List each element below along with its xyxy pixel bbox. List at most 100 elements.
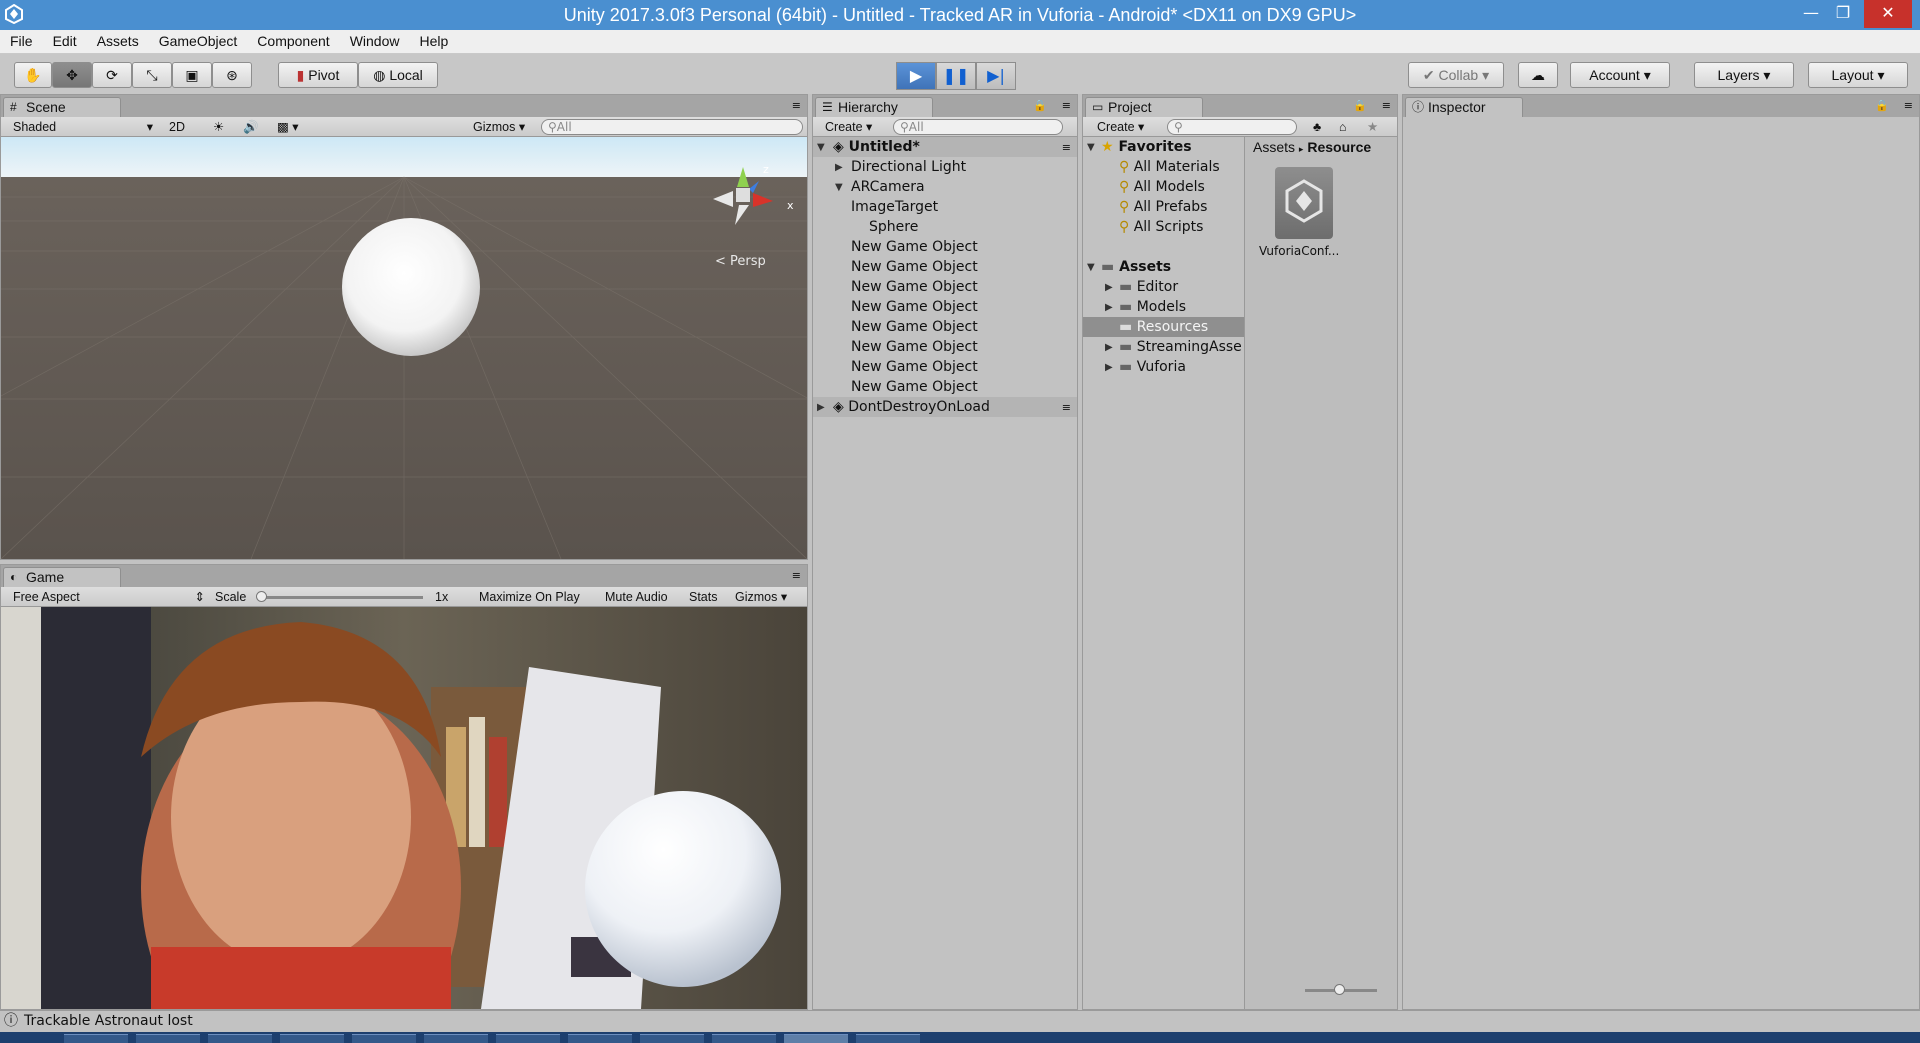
move-tool-button[interactable]: ✥ <box>52 62 92 88</box>
hierarchy-item[interactable]: Directional Light <box>851 157 966 177</box>
panel-menu-icon[interactable]: ≡ <box>1062 99 1071 112</box>
asset-folder-item[interactable]: ▬ Editor <box>1119 277 1178 297</box>
taskbar-app-icon[interactable] <box>856 1034 920 1043</box>
play-button[interactable]: ▶ <box>896 62 936 90</box>
menu-help[interactable]: Help <box>409 30 458 49</box>
favorite-item[interactable]: ⚲ All Prefabs <box>1119 197 1207 217</box>
expand-arrow-icon[interactable]: ▼ <box>817 142 825 153</box>
scene-menu-icon[interactable]: ≡ <box>1062 141 1071 154</box>
hierarchy-item[interactable]: ARCamera <box>851 177 925 197</box>
taskbar-app-icon[interactable] <box>424 1034 488 1043</box>
lighting-icon[interactable]: ☀ <box>213 119 224 135</box>
hierarchy-item[interactable]: Sphere <box>869 217 918 237</box>
expand-arrow-icon[interactable]: ▼ <box>1087 262 1095 273</box>
menu-edit[interactable]: Edit <box>43 30 87 49</box>
collab-dropdown[interactable]: ✔ Collab ▾ <box>1408 62 1504 88</box>
scale-slider-handle[interactable] <box>256 591 267 602</box>
favorite-item[interactable]: ⚲ All Materials <box>1119 157 1220 177</box>
filter-label-icon[interactable]: ⌂ <box>1339 119 1347 135</box>
collapse-arrow-icon[interactable]: ▶ <box>1105 342 1113 353</box>
collapse-arrow-icon[interactable]: ▶ <box>1105 282 1113 293</box>
taskbar-app-icon[interactable] <box>136 1034 200 1043</box>
transform-tool-button[interactable]: ⊛ <box>212 62 252 88</box>
audio-icon[interactable]: 🔊 <box>243 119 259 135</box>
taskbar-app-icon[interactable] <box>280 1034 344 1043</box>
pause-button[interactable]: ❚❚ <box>936 62 976 90</box>
breadcrumb-root[interactable]: Assets <box>1253 139 1295 155</box>
account-dropdown[interactable]: Account ▾ <box>1570 62 1670 88</box>
filter-type-icon[interactable]: ♣ <box>1313 119 1321 135</box>
cloud-button[interactable]: ☁ <box>1518 62 1558 88</box>
close-button[interactable]: ✕ <box>1864 0 1912 28</box>
favorite-item[interactable]: ⚲ All Models <box>1119 177 1205 197</box>
lock-icon[interactable]: 🔒 <box>1353 99 1367 112</box>
breadcrumb-current[interactable]: Resource <box>1307 139 1371 155</box>
maximize-button[interactable]: ❐ <box>1820 0 1866 28</box>
scale-slider[interactable] <box>257 596 423 599</box>
status-bar[interactable]: ⓘ Trackable Astronaut lost <box>0 1010 1920 1032</box>
expand-arrow-icon[interactable]: ▼ <box>835 182 843 193</box>
mute-audio-toggle[interactable]: Mute Audio <box>605 589 668 605</box>
hierarchy-item[interactable]: New Game Object <box>851 257 978 277</box>
hierarchy-item[interactable]: New Game Object <box>851 377 978 397</box>
hierarchy-item[interactable]: New Game Object <box>851 277 978 297</box>
step-button[interactable]: ▶| <box>976 62 1016 90</box>
lock-icon[interactable]: 🔒 <box>1875 99 1889 112</box>
hierarchy-item[interactable]: New Game Object <box>851 237 978 257</box>
hierarchy-item[interactable]: New Game Object <box>851 337 978 357</box>
hierarchy-search-input[interactable]: ⚲All <box>893 119 1063 135</box>
taskbar-app-icon[interactable] <box>64 1034 128 1043</box>
taskbar-unity-icon[interactable] <box>784 1034 848 1043</box>
rect-tool-button[interactable]: ▣ <box>172 62 212 88</box>
panel-menu-icon[interactable]: ≡ <box>1382 99 1391 112</box>
menu-file[interactable]: File <box>0 30 43 49</box>
scene-search-input[interactable]: ⚲All <box>541 119 803 135</box>
vuforia-config-asset-icon[interactable] <box>1275 167 1333 239</box>
expand-arrow-icon[interactable]: ▼ <box>1087 142 1095 153</box>
asset-folder-item[interactable]: ▬ StreamingAsse <box>1119 337 1243 357</box>
hierarchy-item[interactable]: New Game Object <box>851 297 978 317</box>
layout-dropdown[interactable]: Layout ▾ <box>1808 62 1908 88</box>
stats-toggle[interactable]: Stats <box>689 589 718 605</box>
taskbar-app-icon[interactable] <box>352 1034 416 1043</box>
pivot-toggle[interactable]: ▮ Pivot <box>278 62 358 88</box>
favorites-header[interactable]: ★ Favorites <box>1101 137 1192 157</box>
menu-component[interactable]: Component <box>247 30 339 49</box>
tab-inspector[interactable]: ⓘ Inspector <box>1405 97 1523 117</box>
scene-root-item[interactable]: ◈ Untitled* <box>833 137 920 157</box>
icon-size-slider-handle[interactable] <box>1334 984 1345 995</box>
layers-dropdown[interactable]: Layers ▾ <box>1694 62 1794 88</box>
favorite-star-icon[interactable]: ★ <box>1367 119 1378 135</box>
menu-window[interactable]: Window <box>340 30 410 49</box>
tab-hierarchy[interactable]: ☰ Hierarchy <box>815 97 933 117</box>
lock-icon[interactable]: 🔒 <box>1033 99 1047 112</box>
game-viewport[interactable] <box>1 607 807 1009</box>
hierarchy-create-dropdown[interactable]: Create ▾ <box>825 119 872 135</box>
hierarchy-item[interactable]: New Game Object <box>851 317 978 337</box>
assets-folder[interactable]: ▬ Assets <box>1101 257 1171 277</box>
collapse-arrow-icon[interactable]: ▶ <box>817 402 825 413</box>
local-toggle[interactable]: ◍ Local <box>358 62 438 88</box>
menu-gameobject[interactable]: GameObject <box>149 30 248 49</box>
rotate-tool-button[interactable]: ⟳ <box>92 62 132 88</box>
collapse-arrow-icon[interactable]: ▶ <box>1105 302 1113 313</box>
taskbar-app-icon[interactable] <box>568 1034 632 1043</box>
hierarchy-item[interactable]: ImageTarget <box>851 197 938 217</box>
hand-tool-button[interactable]: ✋ <box>14 62 52 88</box>
asset-folder-item[interactable]: ▬ Vuforia <box>1119 357 1186 377</box>
aspect-dropdown[interactable]: Free Aspect ⇕ <box>13 589 205 605</box>
taskbar-app-icon[interactable] <box>208 1034 272 1043</box>
project-search-input[interactable]: ⚲ <box>1167 119 1297 135</box>
maximize-on-play-toggle[interactable]: Maximize On Play <box>479 589 580 605</box>
tab-game[interactable]: ◐ Game <box>3 567 121 587</box>
dontdestroy-scene-item[interactable]: ◈ DontDestroyOnLoad <box>833 397 990 417</box>
tab-scene[interactable]: # Scene <box>3 97 121 117</box>
hierarchy-item[interactable]: New Game Object <box>851 357 978 377</box>
asset-folder-item-selected[interactable]: ▬ Resources <box>1119 317 1208 337</box>
scene-gizmos-dropdown[interactable]: Gizmos ▾ <box>473 119 525 135</box>
favorite-item[interactable]: ⚲ All Scripts <box>1119 217 1203 237</box>
taskbar-app-icon[interactable] <box>640 1034 704 1043</box>
2d-toggle[interactable]: 2D <box>169 119 185 135</box>
tab-project[interactable]: ▭ Project <box>1085 97 1203 117</box>
panel-menu-icon[interactable]: ≡ <box>1904 99 1913 112</box>
